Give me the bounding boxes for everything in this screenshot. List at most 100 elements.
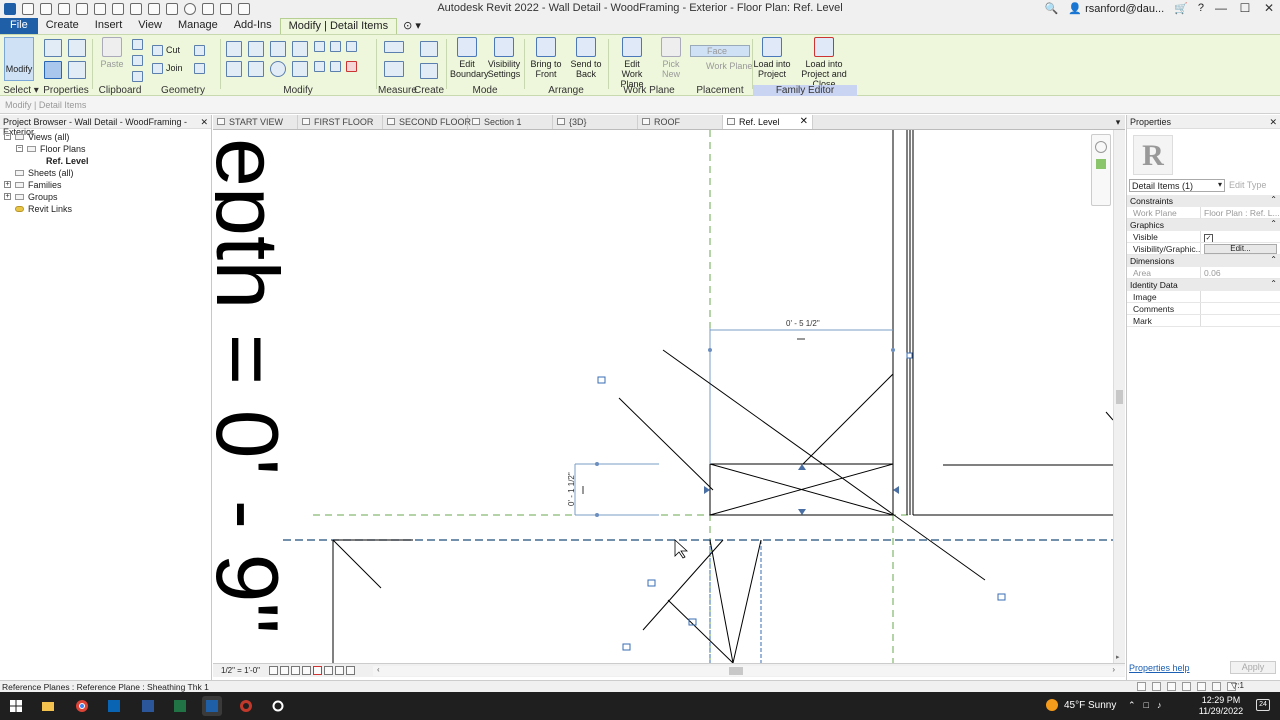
join-icon[interactable]	[152, 63, 163, 74]
visibility-edit-button[interactable]: Edit...	[1204, 244, 1277, 254]
collapse-group-icon[interactable]: ⌃	[1270, 195, 1277, 204]
join-button[interactable]: Join	[166, 63, 183, 73]
collapse-icon[interactable]: −	[16, 145, 23, 152]
clock[interactable]: 12:29 PM 11/29/2022	[1196, 695, 1246, 717]
section-icon[interactable]	[202, 3, 214, 15]
revit-taskbar-button[interactable]	[202, 696, 222, 716]
windows-start-button[interactable]	[6, 696, 26, 716]
outlook-button[interactable]	[104, 696, 124, 716]
drawing-canvas[interactable]: epth = 0' - 9"	[213, 130, 1113, 663]
scrollbar-thumb[interactable]	[1116, 390, 1123, 404]
tab-file[interactable]: File	[0, 18, 38, 34]
tab-roof[interactable]: ROOF	[638, 115, 723, 129]
measure-distance-icon[interactable]	[384, 41, 404, 53]
create-group-icon[interactable]	[420, 63, 438, 79]
mirror-draw-icon[interactable]	[292, 41, 308, 57]
tab-start-view[interactable]: START VIEW	[213, 115, 298, 129]
dim-vertical-label[interactable]: 0' - 1 1/2"	[567, 472, 576, 506]
close-tab-icon[interactable]: ✕	[800, 116, 808, 127]
scroll-left-icon[interactable]: ‹	[377, 665, 380, 674]
browser-node[interactable]: + Groups	[0, 191, 211, 203]
tab-insert[interactable]: Insert	[87, 18, 131, 34]
print-icon[interactable]	[130, 3, 142, 15]
tab-create[interactable]: Create	[38, 18, 87, 34]
collapse-group-icon[interactable]: ⌃	[1270, 255, 1277, 264]
steering-wheel-icon[interactable]	[1095, 141, 1107, 153]
app-taskbar-button[interactable]	[236, 696, 256, 716]
collapse-group-icon[interactable]: ⌃	[1270, 279, 1277, 288]
visibility-settings-button[interactable]: Visibility Settings	[486, 37, 522, 79]
visible-checkbox[interactable]: ✓	[1204, 234, 1213, 242]
ribbon-options-icon[interactable]: ⊙ ▾	[397, 18, 427, 34]
sun-path-icon[interactable]	[291, 666, 300, 675]
browser-node[interactable]: − Floor Plans	[0, 143, 211, 155]
match-properties-icon[interactable]	[132, 71, 143, 82]
load-into-project-close-button[interactable]: Load into Project and Close	[791, 37, 857, 89]
analytical-model-icon[interactable]	[346, 666, 355, 675]
expand-icon[interactable]: +	[4, 193, 11, 200]
temporary-hide-icon[interactable]	[324, 666, 333, 675]
apply-button[interactable]: Apply	[1230, 661, 1276, 674]
crop-view-icon[interactable]	[313, 666, 322, 675]
properties-help-link[interactable]: Properties help	[1129, 663, 1190, 673]
notifications-badge[interactable]: 24	[1256, 699, 1270, 711]
help-icon[interactable]: ?	[1198, 2, 1204, 14]
dim-horizontal-label[interactable]: 0' - 5 1/2"	[786, 319, 820, 328]
property-group-header[interactable]: Dimensions ⌃	[1127, 255, 1280, 267]
cut-dropdown-icon[interactable]	[194, 45, 205, 56]
select-by-face-icon[interactable]	[1212, 682, 1221, 691]
property-group-header[interactable]: Graphics ⌃	[1127, 219, 1280, 231]
scale-icon[interactable]	[330, 61, 341, 72]
property-value[interactable]	[1201, 315, 1280, 326]
load-into-project-button[interactable]: Load into Project	[753, 37, 791, 79]
browser-node[interactable]: Revit Links	[0, 203, 211, 215]
tab-second-floor[interactable]: SECOND FLOOR	[383, 115, 471, 129]
type-selector-dropdown[interactable]: Detail Items (1) ▾	[1129, 179, 1225, 192]
edit-work-plane-button[interactable]: Edit Work Plane	[610, 37, 654, 89]
detail-level-icon[interactable]	[269, 666, 278, 675]
create-similar-icon[interactable]	[420, 41, 438, 57]
browser-node[interactable]: − Views (all)	[0, 131, 211, 143]
bring-to-front-button[interactable]: Bring to Front	[528, 37, 564, 79]
move-icon[interactable]	[226, 61, 242, 77]
tab-add-ins[interactable]: Add-Ins	[226, 18, 280, 34]
modify-button[interactable]: Modify	[4, 37, 34, 81]
text-icon[interactable]	[220, 3, 232, 15]
shadows-icon[interactable]	[302, 666, 311, 675]
paste-button[interactable]: Paste	[98, 37, 126, 69]
tab-modify-detail-items[interactable]: Modify | Detail Items	[279, 18, 398, 34]
tab-view[interactable]: View	[130, 18, 170, 34]
split-gap-icon[interactable]	[330, 41, 341, 52]
tab-3d[interactable]: {3D}	[553, 115, 638, 129]
cut-button[interactable]: Cut	[166, 45, 180, 55]
user-account[interactable]: 👤 rsanford@dau...	[1068, 2, 1164, 15]
expand-icon[interactable]: +	[4, 181, 11, 188]
align-icon[interactable]	[226, 41, 242, 57]
select-dropdown[interactable]: Select ▾	[0, 85, 42, 96]
property-group-header[interactable]: Constraints ⌃	[1127, 195, 1280, 207]
family-category-icon[interactable]	[68, 61, 86, 79]
volume-icon[interactable]: ♪	[1157, 700, 1162, 711]
chrome-button[interactable]	[72, 696, 92, 716]
dimension-icon[interactable]	[384, 61, 404, 77]
face-button[interactable]: Face	[690, 45, 750, 57]
property-value[interactable]: Edit...	[1201, 243, 1280, 254]
tab-manage[interactable]: Manage	[170, 18, 226, 34]
delete-icon[interactable]	[346, 61, 357, 72]
cut-icon[interactable]	[132, 39, 143, 50]
array-icon[interactable]	[314, 61, 325, 72]
search-icon[interactable]: 🔍	[1045, 2, 1059, 15]
properties-icon[interactable]	[44, 39, 62, 57]
tray-expand-icon[interactable]: ⌃	[1128, 700, 1136, 711]
reveal-hidden-icon[interactable]	[335, 666, 344, 675]
trim-extend-icon[interactable]	[292, 61, 308, 77]
minimize-button[interactable]: —	[1214, 1, 1228, 15]
undo-icon[interactable]	[94, 3, 106, 15]
tab-ref-level[interactable]: Ref. Level ✕	[723, 115, 813, 129]
scroll-right-icon[interactable]: ›	[1112, 665, 1115, 674]
excel-button[interactable]	[170, 696, 190, 716]
type-properties-icon[interactable]	[68, 39, 86, 57]
property-value[interactable]	[1201, 303, 1280, 314]
zoom-icon[interactable]	[1096, 159, 1106, 169]
tag-icon[interactable]	[166, 3, 178, 15]
